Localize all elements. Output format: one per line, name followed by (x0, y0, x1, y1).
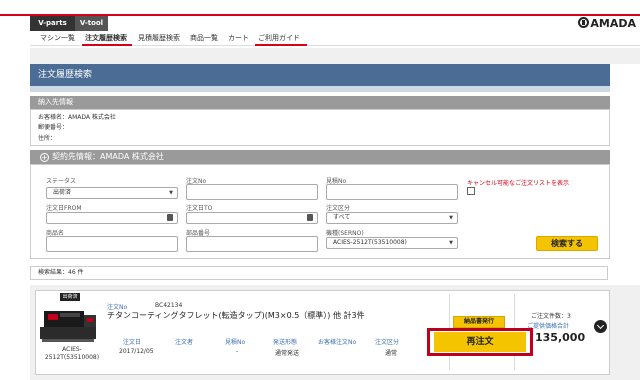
nav-active-indicator (82, 44, 132, 46)
nav-order-history[interactable]: 注文履歴検索 (85, 33, 127, 43)
model-select[interactable]: ACIES-2512T(53510008) ▼ (326, 237, 458, 249)
delivery-note-button[interactable]: 納品書発行 (453, 316, 505, 328)
quote-no-col-label: 見積No (225, 339, 246, 346)
logo-text: AMADA (590, 17, 636, 30)
contract-info-label: 契約先情報：AMADA 株式会社 (52, 152, 164, 161)
top-bar: V-parts V-tool AMADA (0, 0, 640, 31)
order-title[interactable]: チタンコーティングタフレット(転造タップ)(M3×0.5（標準）) 他 計3件 (107, 310, 365, 321)
page-title: 注文履歴検索 (30, 64, 610, 86)
model-select-value: ACIES-2512T(53510008) (333, 239, 407, 246)
status-label: ステータス (46, 178, 77, 185)
nav-quote-history[interactable]: 見積履歴検索 (138, 33, 180, 43)
nav-guide-indicator (255, 44, 307, 46)
delivery-info-heading: 納入先情報 (30, 96, 610, 109)
calendar-icon[interactable] (167, 214, 173, 221)
part-no-input[interactable] (186, 236, 318, 252)
delivery-address: 住所： (38, 135, 57, 142)
delivery-info-panel (30, 109, 610, 146)
quote-no-col-value: - (236, 348, 239, 355)
order-type-label: 注文区分 (326, 205, 351, 212)
order-count: ご注文件数：3 (531, 313, 571, 320)
delivery-postal: 郵便番号： (38, 124, 69, 131)
date-to-label: 注文日TO (186, 205, 213, 212)
order-type-select-value: すべて (333, 214, 351, 221)
nav-cart[interactable]: カート (228, 33, 249, 43)
order-date-label: 注文日 (123, 339, 142, 346)
nav-products[interactable]: 商品一覧 (190, 33, 218, 43)
model-label: 機種(SERNO) (326, 230, 364, 237)
cancelable-list-checkbox[interactable] (467, 187, 475, 195)
cancelable-list-label: キャンセル可能なご注文リストを表示 (467, 180, 570, 187)
orderer-label: 注文者 (175, 339, 194, 346)
header-spacer (30, 48, 640, 64)
price-total-label: ご提供価格合計 (527, 323, 570, 330)
nav-guide[interactable]: ご利用ガイド (258, 33, 300, 43)
chevron-down-icon: ▼ (449, 240, 453, 246)
tab-v-parts[interactable]: V-parts (30, 16, 75, 31)
date-to-input[interactable] (186, 212, 318, 224)
quote-no-input[interactable] (326, 184, 458, 200)
order-type-col-label: 注文区分 (375, 339, 400, 346)
order-no-input[interactable] (186, 184, 318, 200)
status-select[interactable]: 出荷済 ▼ (46, 187, 178, 199)
machine-label: ACIES-2512T(53510008) (44, 346, 100, 361)
expand-chevron-icon[interactable] (594, 320, 607, 333)
price-total: 135,000 (535, 331, 586, 344)
chevron-down-icon: ▼ (449, 215, 453, 221)
product-name-input[interactable] (46, 236, 178, 252)
delivery-customer: お客様名：AMADA 株式会社 (38, 114, 116, 121)
calendar-icon[interactable] (307, 214, 313, 221)
status-badge: 出荷済 (60, 293, 80, 301)
order-type-col-value: 通常 (385, 350, 398, 357)
main-nav: マシン一覧 注文履歴検索 見積履歴検索 商品一覧 カート ご利用ガイド (30, 31, 640, 46)
order-type-select[interactable]: すべて ▼ (326, 212, 458, 224)
logo-mark-icon (578, 17, 590, 28)
ship-value: 通常発送 (275, 350, 300, 357)
chevron-down-icon: ▼ (169, 190, 173, 196)
nav-machine-list[interactable]: マシン一覧 (40, 33, 75, 43)
customer-order-no-label: お客様注文No (318, 339, 357, 346)
order-date-value: 2017/12/05 (119, 348, 154, 355)
ship-label: 発送形態 (273, 339, 298, 346)
expand-icon[interactable]: + (40, 153, 49, 162)
order-no-value[interactable]: BC42134 (155, 302, 182, 309)
status-select-value: 出荷済 (53, 189, 72, 196)
title-underbar (30, 86, 610, 92)
result-count: 検索結果：46 件 (30, 266, 608, 280)
date-from-label: 注文日FROM (46, 205, 82, 212)
machine-image (40, 311, 96, 342)
contract-info-heading[interactable]: + 契約先情報：AMADA 株式会社 (30, 150, 610, 164)
tab-v-tool[interactable]: V-tool (75, 16, 108, 31)
amada-logo: AMADA (578, 17, 636, 30)
search-button[interactable]: 検索する (536, 236, 598, 251)
date-from-input[interactable] (46, 212, 178, 224)
reorder-button[interactable]: 再注文 (434, 332, 526, 352)
